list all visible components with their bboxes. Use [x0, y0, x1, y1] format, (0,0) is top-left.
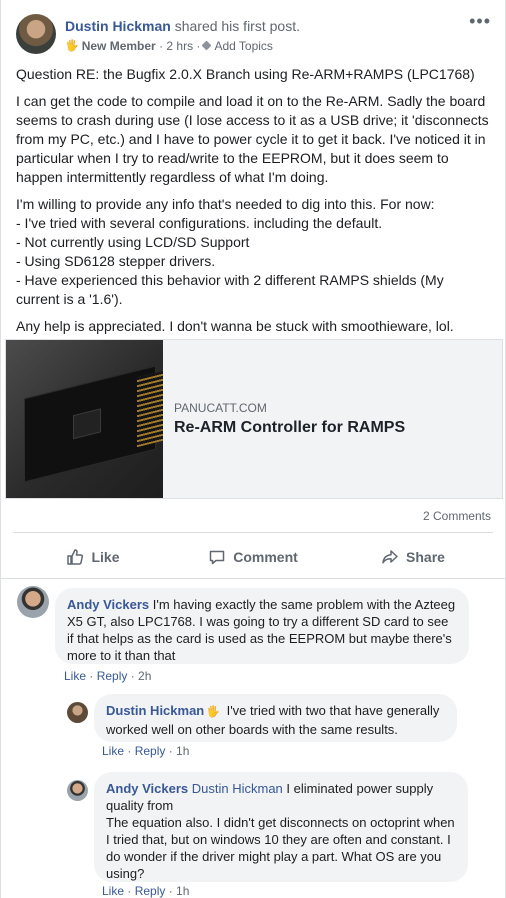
- comment-mention[interactable]: Dustin Hickman: [192, 781, 283, 796]
- like-button[interactable]: Like: [13, 540, 173, 574]
- new-member-badge: New Member: [81, 39, 156, 53]
- wave-icon: 🖐: [206, 706, 220, 718]
- comment-bubble: Dustin Hickman 🖐 I've tried with two that…: [94, 694, 457, 742]
- comment-reply-link[interactable]: Reply: [97, 669, 128, 683]
- commenter-avatar[interactable]: [17, 586, 49, 618]
- comment-author[interactable]: Andy Vickers: [106, 781, 188, 796]
- post-action-text: shared his first post.: [174, 18, 300, 34]
- share-label: Share: [406, 549, 445, 565]
- comment-like-link[interactable]: Like: [102, 744, 124, 758]
- comment-meta: Like · Reply · 1h: [102, 744, 190, 758]
- post-question: Question RE: the Bugfix 2.0.X Branch usi…: [16, 66, 475, 82]
- comment-like-link[interactable]: Like: [102, 884, 124, 898]
- wave-icon: 🖐: [65, 40, 79, 52]
- comment-meta: Like · Reply · 2h: [64, 669, 152, 683]
- author-name[interactable]: Dustin Hickman: [65, 18, 171, 34]
- header-text: Dustin Hickman shared his first post. 🖐 …: [65, 17, 300, 54]
- comment-icon: [209, 550, 225, 565]
- divider: [1, 578, 505, 579]
- comment-like-link[interactable]: Like: [64, 669, 86, 683]
- like-label: Like: [91, 549, 120, 565]
- divider: [13, 532, 493, 533]
- post-list-item: - Have experienced this behavior with 2 …: [16, 272, 444, 307]
- comment: Andy Vickers I'm having exactly the same…: [17, 586, 497, 686]
- reply: Andy Vickers Dustin Hickman I eliminated…: [67, 772, 497, 898]
- circuit-board-graphic: [24, 365, 163, 483]
- link-domain: PANUCATT.COM: [174, 401, 267, 415]
- post-actions: Like Comment Share: [13, 540, 493, 574]
- link-title[interactable]: Re-ARM Controller for RAMPS: [174, 418, 405, 438]
- comment-text: The equation also. I didn't get disconne…: [106, 815, 455, 881]
- comment-author[interactable]: Andy Vickers: [67, 597, 149, 612]
- comment-button[interactable]: Comment: [173, 540, 333, 574]
- comment-bubble: Andy Vickers I'm having exactly the same…: [55, 588, 469, 664]
- comment-count[interactable]: 2 Comments: [423, 509, 491, 523]
- more-options-button[interactable]: •••: [469, 12, 491, 30]
- post-time[interactable]: 2 hrs: [166, 38, 193, 54]
- share-icon: [382, 550, 398, 564]
- meta-separator: ·: [193, 39, 201, 53]
- post-card: Dustin Hickman shared his first post. 🖐 …: [0, 0, 506, 898]
- comment-label: Comment: [233, 549, 298, 565]
- commenter-avatar[interactable]: [67, 702, 88, 723]
- comment-time[interactable]: 1h: [176, 744, 189, 758]
- comment-bubble: Andy Vickers Dustin Hickman I eliminated…: [94, 772, 468, 882]
- comment-meta: Like · Reply · 1h: [102, 884, 190, 898]
- post-list-item: - I've tried with several configurations…: [16, 215, 383, 231]
- thumbs-up-icon: [67, 549, 84, 565]
- post-paragraph: I can get the code to compile and load i…: [16, 93, 489, 185]
- link-preview-text: PANUCATT.COM Re-ARM Controller for RAMPS: [163, 340, 405, 498]
- link-preview-image: [6, 340, 163, 498]
- post-header: Dustin Hickman shared his first post. 🖐 …: [16, 12, 495, 58]
- poster-line: Dustin Hickman shared his first post.: [65, 17, 300, 35]
- post-paragraph: I'm willing to provide any info that's n…: [16, 196, 435, 212]
- comment-time[interactable]: 1h: [176, 884, 189, 898]
- comment-reply-link[interactable]: Reply: [135, 884, 166, 898]
- share-button[interactable]: Share: [333, 540, 493, 574]
- author-avatar[interactable]: [16, 14, 56, 54]
- comment-time[interactable]: 2h: [138, 669, 151, 683]
- post-body: Question RE: the Bugfix 2.0.X Branch usi…: [16, 65, 491, 344]
- reply: Dustin Hickman 🖐 I've tried with two that…: [67, 694, 497, 764]
- post-list-item: - Using SD6128 stepper drivers.: [16, 253, 216, 269]
- add-topics-link[interactable]: Add Topics: [214, 38, 272, 54]
- post-meta: 🖐 New Member · 2 hrs · Add Topics: [65, 38, 300, 54]
- post-paragraph: Any help is appreciated. I don't wanna b…: [16, 318, 454, 334]
- link-preview[interactable]: PANUCATT.COM Re-ARM Controller for RAMPS: [5, 339, 503, 499]
- commenter-avatar[interactable]: [67, 780, 88, 801]
- comment-reply-link[interactable]: Reply: [135, 744, 166, 758]
- tag-icon: [202, 41, 212, 51]
- meta-separator: ·: [155, 39, 167, 53]
- comment-author[interactable]: Dustin Hickman: [106, 703, 204, 718]
- post-list-item: - Not currently using LCD/SD Support: [16, 234, 250, 250]
